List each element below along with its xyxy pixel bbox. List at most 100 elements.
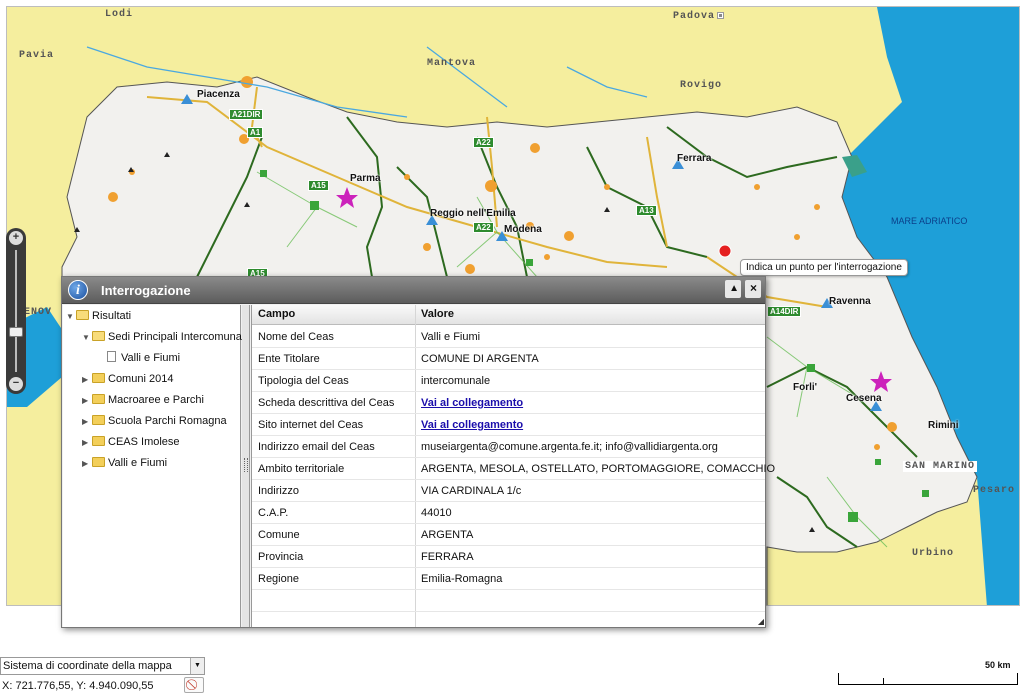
dialog-titlebar[interactable]: i Interrogazione ▲ × — [62, 277, 765, 304]
city-label-pavia: Pavia — [19, 50, 55, 61]
field-cell: Scheda descrittiva del Ceas — [258, 397, 395, 409]
column-header-valore[interactable]: Valore — [421, 308, 454, 320]
collapse-icon[interactable]: ▲ — [729, 283, 739, 294]
coordinate-readout: X: 721.776,55, Y: 4.940.090,55 — [2, 680, 154, 692]
folder-icon — [92, 415, 105, 425]
road-sign: A15 — [308, 180, 329, 191]
table-row[interactable]: Scheda descrittiva del Ceas Vai al colleg… — [252, 392, 765, 414]
tree-node-risultati[interactable]: ▼ Risultati — [66, 308, 131, 324]
zoom-slider[interactable]: + − — [6, 228, 26, 394]
field-cell: Indirizzo email del Ceas — [258, 441, 375, 453]
table-row[interactable]: Indirizzo VIA CARDINALA 1/c — [252, 480, 765, 502]
value-cell: Valli e Fiumi — [421, 331, 481, 343]
table-row[interactable]: Ambito territoriale ARGENTA, MESOLA, OSTE… — [252, 458, 775, 480]
splitter-grip[interactable] — [244, 458, 248, 472]
close-icon[interactable]: × — [750, 281, 757, 295]
folder-icon — [92, 436, 105, 446]
road-sign: A14DIR — [767, 306, 802, 317]
tree-node-label: Macroaree e Parchi — [108, 394, 204, 406]
zoom-out-button[interactable]: − — [9, 377, 23, 391]
zoom-track[interactable] — [15, 250, 17, 372]
value-cell: COMUNE DI ARGENTA — [421, 353, 539, 365]
table-row[interactable] — [252, 590, 765, 612]
road-sign: A1 — [247, 127, 264, 138]
tree-node-label: Risultati — [92, 310, 132, 322]
field-cell: Tipologia del Ceas — [258, 375, 349, 387]
table-row[interactable]: Nome del Ceas Valli e Fiumi — [252, 326, 765, 348]
field-cell: C.A.P. — [258, 507, 289, 519]
no-entry-icon[interactable]: ⃠ — [184, 677, 204, 693]
table-row[interactable]: Ente Titolare COMUNE DI ARGENTA — [252, 348, 765, 370]
tree-node-label: Valli e Fiumi — [108, 457, 168, 469]
city-label-ravenna: Ravenna — [829, 296, 871, 307]
city-label-reggio-emilia: Reggio nell'Emilia — [430, 208, 516, 219]
city-label-cesena: Cesena — [846, 393, 882, 404]
tree-node-ceas-imolese[interactable]: ▶ CEAS Imolese — [82, 434, 180, 450]
city-label-padova: Padova — [673, 11, 725, 22]
value-cell: FERRARA — [421, 551, 474, 563]
resize-grip-icon[interactable]: ◢ — [758, 617, 764, 626]
sea-label: MARE ADRIATICO — [891, 216, 968, 226]
grid-header: Campo Valore — [252, 305, 765, 325]
tree-node-sedi-principali[interactable]: ▼ Sedi Principali Intercomunali — [82, 329, 247, 345]
scale-bar — [838, 673, 1018, 685]
expand-toggle-icon[interactable]: ▼ — [66, 309, 76, 325]
folder-open-icon — [92, 331, 105, 341]
folder-icon — [92, 373, 105, 383]
coordinate-system-select[interactable]: Sistema di coordinate della mappa ▼ — [0, 657, 205, 675]
folder-open-icon — [76, 310, 89, 320]
zoom-thumb[interactable] — [9, 327, 23, 337]
folder-icon — [92, 394, 105, 404]
table-row[interactable]: C.A.P. 44010 — [252, 502, 765, 524]
table-row[interactable]: Provincia FERRARA — [252, 546, 765, 568]
expand-toggle-icon[interactable]: ▶ — [82, 435, 92, 451]
city-label-forli: Forli' — [793, 382, 818, 393]
coordinate-system-value: Sistema di coordinate della mappa — [3, 660, 172, 672]
website-link[interactable]: Vai al collegamento — [421, 419, 523, 431]
expand-toggle-icon[interactable]: ▼ — [82, 330, 92, 346]
chevron-down-icon[interactable]: ▼ — [190, 658, 204, 674]
road-sign: A13 — [636, 205, 657, 216]
info-icon: i — [68, 280, 88, 300]
table-row[interactable]: Sito internet del Ceas Vai al collegament… — [252, 414, 765, 436]
folder-icon — [92, 457, 105, 467]
table-row[interactable]: Regione Emilia-Romagna — [252, 568, 765, 590]
scale-label: 50 km — [985, 660, 1011, 670]
zoom-in-button[interactable]: + — [9, 231, 23, 245]
expand-toggle-icon[interactable]: ▶ — [82, 393, 92, 409]
value-cell: intercomunale — [421, 375, 491, 387]
value-cell: ARGENTA, MESOLA, OSTELLATO, PORTOMAGGIOR… — [421, 463, 776, 475]
tree-node-label: Sedi Principali Intercomunali — [108, 331, 247, 343]
expand-toggle-icon[interactable]: ▶ — [82, 372, 92, 388]
field-cell: Ambito territoriale — [258, 463, 345, 475]
expand-toggle-icon[interactable]: ▶ — [82, 456, 92, 472]
query-dialog: i Interrogazione ▲ × ▼ Risultati ▼ Sedi Pr… — [61, 276, 775, 628]
value-cell: ARGENTA — [421, 529, 474, 541]
panel-splitter[interactable] — [242, 305, 250, 627]
city-label-mantova: Mantova — [427, 58, 477, 69]
column-header-campo[interactable]: Campo — [258, 308, 295, 320]
tree-node-label: Scuola Parchi Romagna — [108, 415, 227, 427]
map-tooltip: Indica un punto per l'interrogazione — [740, 259, 908, 276]
table-row[interactable]: Tipologia del Ceas intercomunale — [252, 370, 765, 392]
tree-node-label: Valli e Fiumi — [121, 352, 181, 364]
field-cell: Ente Titolare — [258, 353, 320, 365]
city-label-rovigo: Rovigo — [680, 80, 723, 91]
expand-toggle-icon[interactable]: ▶ — [82, 414, 92, 430]
table-row[interactable]: Comune ARGENTA — [252, 524, 765, 546]
grid-body: Nome del Ceas Valli e Fiumi Ente Titolare… — [252, 326, 775, 627]
city-label-urbino: Urbino — [912, 548, 955, 559]
tree-node-scuola-parchi[interactable]: ▶ Scuola Parchi Romagna — [82, 413, 227, 429]
tree-node-valli-fiumi[interactable]: ▶ Valli e Fiumi — [82, 455, 167, 471]
road-sign: A22 — [473, 137, 494, 148]
tree-node-comuni-2014[interactable]: ▶ Comuni 2014 — [82, 371, 173, 387]
document-icon — [107, 351, 116, 362]
city-label-parma: Parma — [350, 173, 381, 184]
tree-node-valli-fiumi-result[interactable]: Valli e Fiumi — [107, 350, 180, 366]
city-label-lodi: Lodi — [105, 9, 134, 20]
scheda-link[interactable]: Vai al collegamento — [421, 397, 523, 409]
value-cell: VIA CARDINALA 1/c — [421, 485, 522, 497]
table-row[interactable]: Indirizzo email del Ceas museiargenta@com… — [252, 436, 765, 458]
tree-node-macroaree-parchi[interactable]: ▶ Macroaree e Parchi — [82, 392, 204, 408]
field-cell: Regione — [258, 573, 299, 585]
